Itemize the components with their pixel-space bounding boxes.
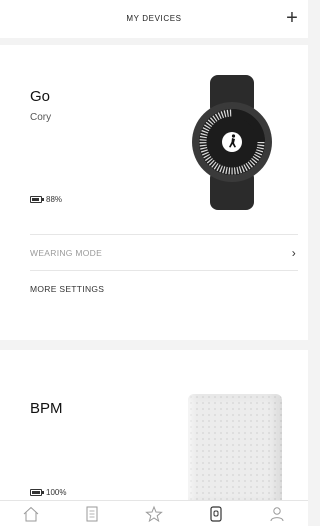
tab-devices[interactable] bbox=[202, 503, 230, 525]
device-image-watch bbox=[190, 75, 274, 210]
device-card-bpm[interactable]: BPM 100% bbox=[0, 350, 308, 500]
device-user: Cory bbox=[30, 112, 52, 123]
divider bbox=[30, 234, 298, 235]
device-name: Go bbox=[30, 88, 51, 105]
battery-percentage: 88% bbox=[46, 195, 63, 204]
bottom-tab-bar bbox=[0, 500, 308, 526]
device-image-bpm bbox=[188, 394, 282, 500]
wearing-mode-label: WEARING MODE bbox=[30, 248, 103, 258]
chevron-right-icon: › bbox=[291, 246, 296, 260]
battery-percentage: 100% bbox=[46, 488, 67, 497]
more-settings-row[interactable]: MORE SETTINGS bbox=[30, 275, 298, 303]
divider bbox=[30, 270, 298, 271]
page-title: MY DEVICES bbox=[126, 14, 182, 23]
wearing-mode-row[interactable]: WEARING MODE › bbox=[30, 239, 298, 267]
battery-status: 88% bbox=[30, 195, 62, 204]
home-icon bbox=[23, 506, 39, 521]
journal-icon bbox=[86, 506, 98, 521]
more-settings-label: MORE SETTINGS bbox=[30, 284, 105, 294]
profile-icon bbox=[270, 506, 284, 521]
battery-status: 100% bbox=[30, 488, 66, 497]
battery-icon bbox=[30, 196, 44, 203]
tab-home[interactable] bbox=[17, 503, 45, 525]
tab-favorites[interactable] bbox=[140, 503, 168, 525]
star-icon bbox=[145, 505, 163, 522]
tab-journal[interactable] bbox=[78, 503, 106, 525]
tab-profile[interactable] bbox=[263, 503, 291, 525]
device-card-go[interactable]: Go Cory 88% WEARING MODE › MORE SETTINGS bbox=[0, 45, 308, 340]
add-device-button[interactable]: + bbox=[282, 8, 302, 28]
top-bar: MY DEVICES + bbox=[0, 0, 308, 38]
plus-icon: + bbox=[286, 7, 298, 29]
device-name: BPM bbox=[30, 400, 63, 417]
battery-icon bbox=[30, 489, 44, 496]
devices-icon bbox=[209, 505, 222, 522]
